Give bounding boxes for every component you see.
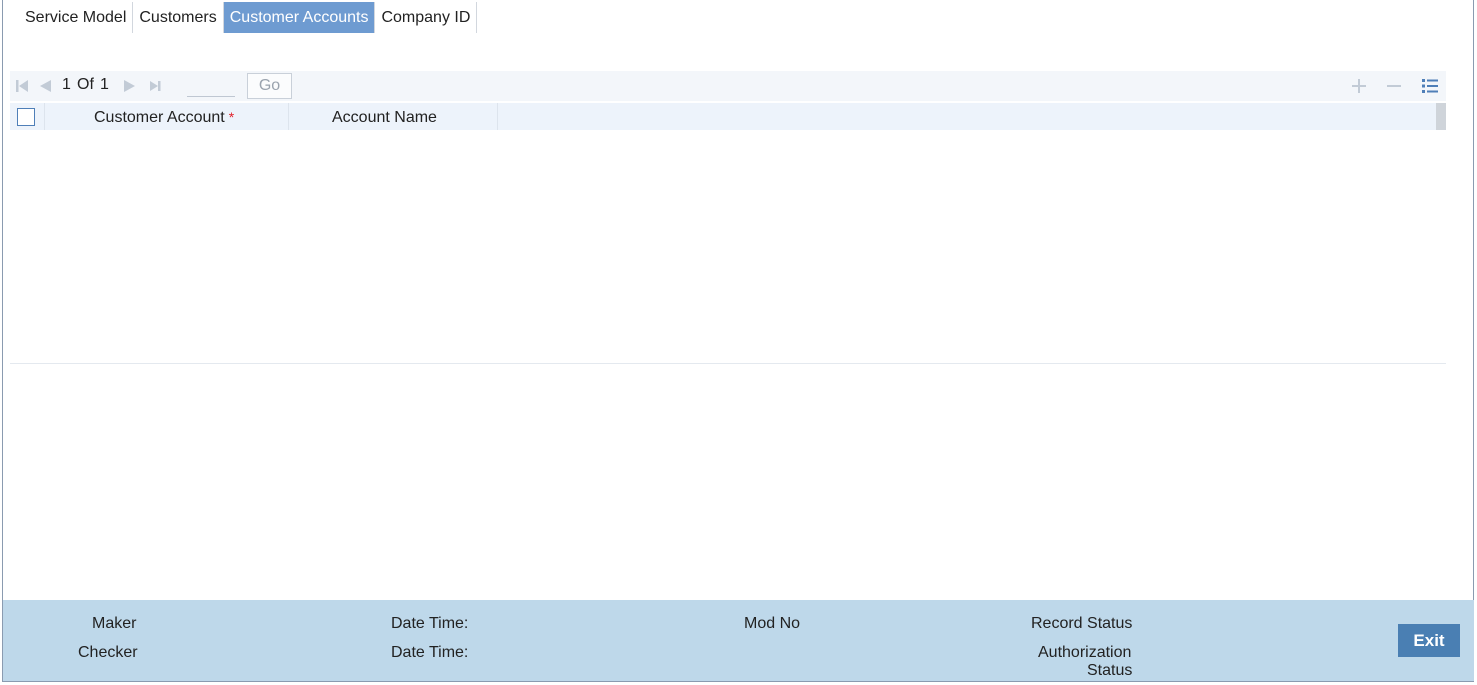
previous-page-icon[interactable] [36, 77, 54, 95]
mod-no-label: Mod No [744, 615, 801, 632]
authorization-status-label-line1: Authorization [1038, 644, 1132, 661]
customer-accounts-grid: 1 Of 1 Go Customer Account * Account Nam… [10, 71, 1446, 364]
column-divider [288, 103, 289, 130]
grid-pager: 1 Of 1 Go [10, 71, 1446, 101]
single-view-icon[interactable] [1421, 77, 1439, 95]
maker-datetime-label: Date Time: [391, 615, 469, 632]
exit-button[interactable]: Exit [1398, 624, 1460, 657]
tab-customers[interactable]: Customers [133, 2, 224, 33]
tab-company-id[interactable]: Company ID [375, 2, 478, 33]
column-header-label: Customer Account [94, 109, 225, 126]
checker-label: Checker [78, 644, 138, 661]
grid-header-row: Customer Account * Account Name [10, 103, 1446, 130]
column-header-customer-account[interactable]: Customer Account * [94, 103, 234, 130]
checker-datetime-label: Date Time: [391, 644, 469, 661]
tab-service-model[interactable]: Service Model [19, 2, 134, 33]
go-button[interactable]: Go [247, 73, 292, 99]
required-marker: * [228, 109, 235, 125]
add-row-icon[interactable] [1350, 77, 1368, 95]
current-page-number: 1 [62, 76, 71, 93]
delete-row-icon[interactable] [1385, 77, 1403, 95]
select-all-checkbox[interactable] [17, 108, 35, 126]
audit-footer: Maker Checker Date Time: Date Time: Mod … [3, 600, 1474, 681]
column-divider [44, 103, 45, 130]
tab-bar: Service Model Customers Customer Account… [19, 2, 478, 33]
grid-scrollbar[interactable] [1436, 103, 1446, 130]
column-divider [497, 103, 498, 130]
tab-customer-accounts[interactable]: Customer Accounts [223, 2, 376, 33]
last-page-icon[interactable] [146, 77, 164, 95]
total-pages: 1 [100, 76, 109, 93]
record-status-label: Record Status [1031, 615, 1133, 632]
first-page-icon[interactable] [14, 77, 32, 95]
authorization-status-label-line2: Status [1087, 662, 1133, 679]
column-header-account-name[interactable]: Account Name [332, 103, 437, 130]
next-page-icon[interactable] [120, 77, 138, 95]
page-number-input[interactable] [187, 73, 235, 97]
maker-label: Maker [92, 615, 137, 632]
of-label: Of [77, 76, 94, 93]
